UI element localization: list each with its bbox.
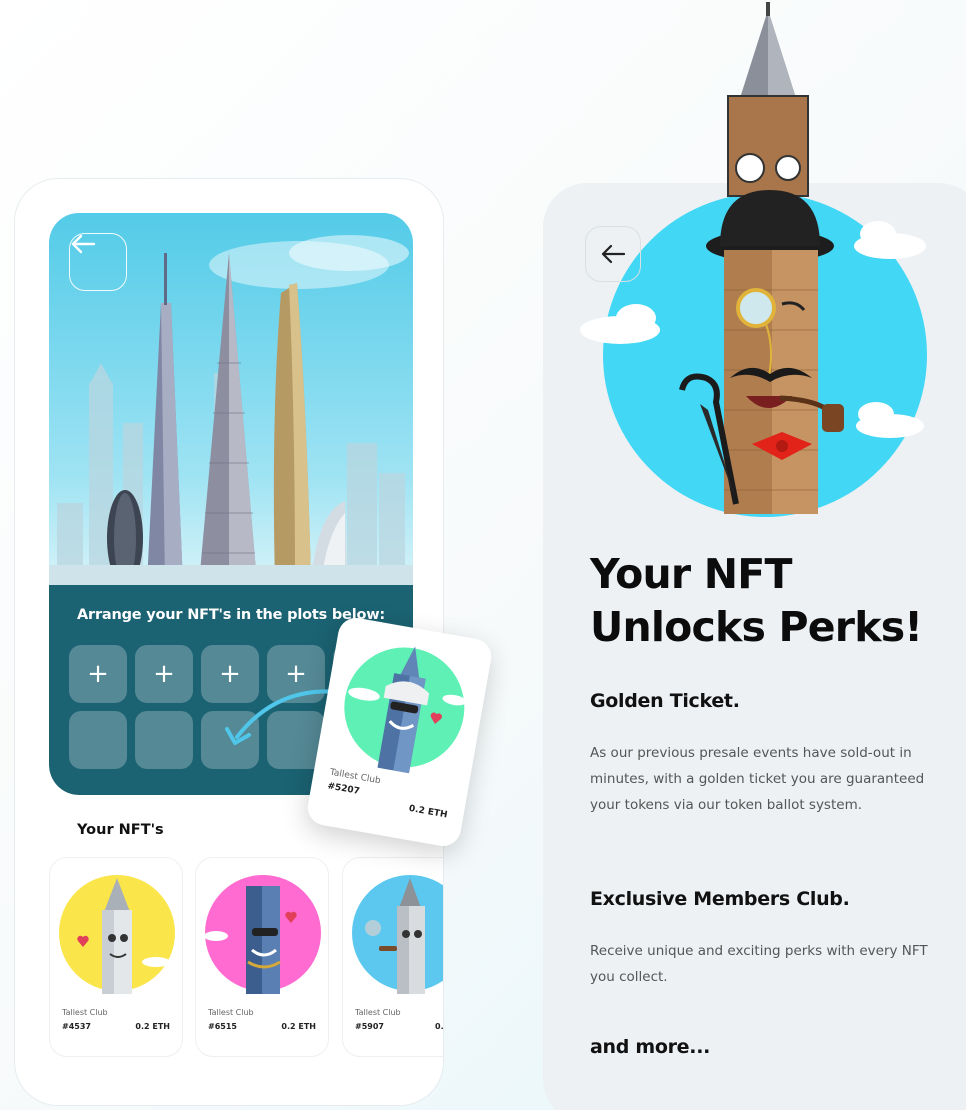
- nft-price: 0.2 ETH: [281, 1022, 316, 1031]
- nft-id: #6515: [208, 1022, 237, 1031]
- nft-price: 0.2 ETH: [135, 1022, 170, 1031]
- golden-ticket-heading: Golden Ticket.: [590, 690, 740, 712]
- arrow-left-icon: [71, 234, 96, 254]
- nft-character-art: [59, 875, 175, 994]
- members-club-heading: Exclusive Members Club.: [590, 888, 850, 910]
- nft-id: #5207: [326, 781, 361, 797]
- nft-price: 0.: [435, 1022, 444, 1031]
- nft-collection-name: Tallest Club: [208, 1008, 254, 1017]
- back-button[interactable]: [585, 226, 641, 282]
- plot-slot-empty[interactable]: [135, 711, 193, 769]
- perks-title-line1: Your NFT: [590, 550, 792, 598]
- arrow-left-icon: [601, 244, 626, 264]
- nft-card[interactable]: Tallest Club #4537 0.2 ETH: [49, 857, 183, 1057]
- nft-collection-name: Tallest Club: [355, 1008, 401, 1017]
- nft-card[interactable]: Tallest Club #6515 0.2 ETH: [195, 857, 329, 1057]
- and-more-heading: and more...: [590, 1036, 711, 1058]
- nft-character-art: [204, 875, 321, 994]
- perks-title-line2: Unlocks Perks!: [590, 603, 923, 651]
- nft-card[interactable]: Tallest Club #5907 0.: [342, 857, 444, 1057]
- nft-id: #5907: [355, 1022, 384, 1031]
- members-club-description: Receive unique and exciting perks with e…: [590, 943, 928, 985]
- golden-ticket-description: As our previous presale events have sold…: [590, 745, 925, 813]
- plot-slot[interactable]: +: [135, 645, 193, 703]
- nft-id: #4537: [62, 1022, 91, 1031]
- plots-instruction-text: Arrange your NFT's in the plots below:: [77, 607, 386, 623]
- nft-price: 0.2 ETH: [408, 803, 449, 821]
- plot-slot-empty[interactable]: [69, 711, 127, 769]
- back-button[interactable]: [69, 233, 127, 291]
- nft-collection-name: Tallest Club: [62, 1008, 108, 1017]
- nft-character-art: [352, 875, 443, 994]
- plot-slot[interactable]: +: [69, 645, 127, 703]
- your-nfts-heading: Your NFT's: [77, 822, 164, 838]
- nft-character-art: [344, 646, 467, 774]
- perks-title: Your NFT Unlocks Perks!: [590, 548, 950, 654]
